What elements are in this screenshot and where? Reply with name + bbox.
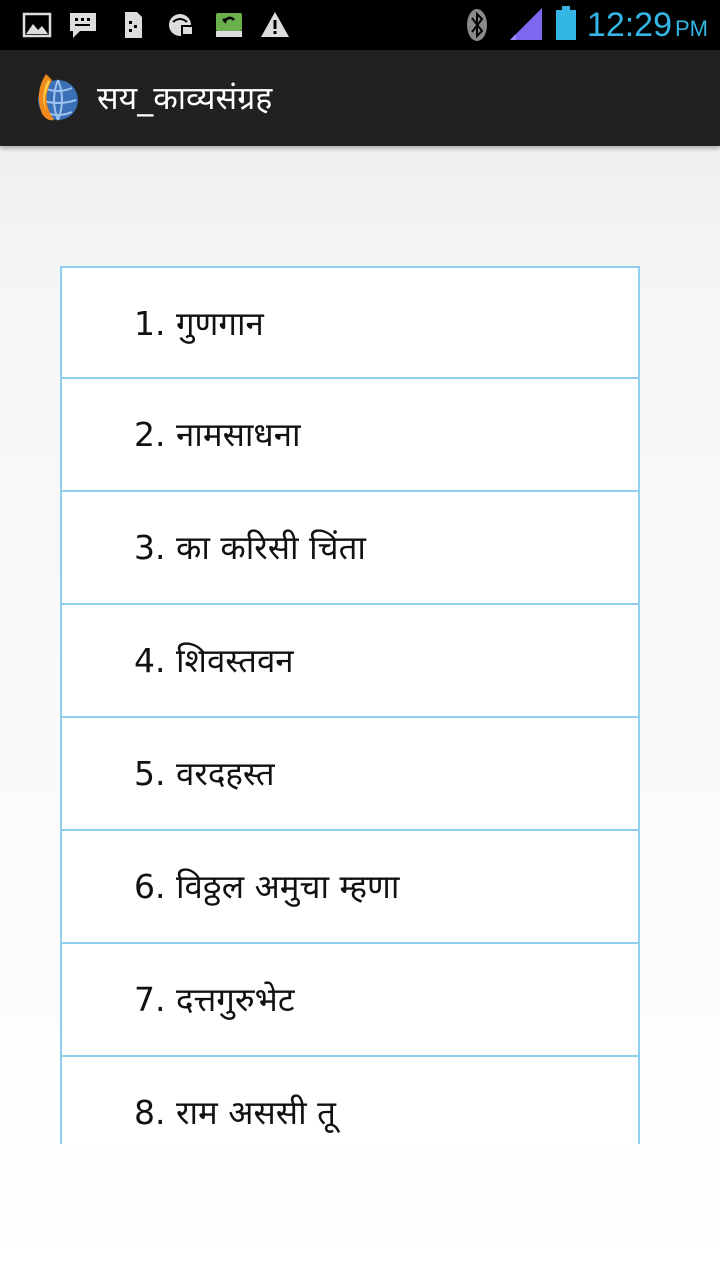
app-logo-icon[interactable]: [30, 70, 80, 126]
list-item[interactable]: 3. का करिसी चिंता: [60, 492, 640, 605]
app-title: सय_काव्यसंग्रह: [97, 79, 273, 117]
list-item[interactable]: 2. नामसाधना: [60, 379, 640, 492]
poem-list: 1. गुणगान 2. नामसाधना 3. का करिसी चिंता …: [60, 266, 640, 1144]
signal-icon: [510, 8, 542, 40]
warning-icon: [261, 12, 289, 37]
list-item[interactable]: 6. विठ्ठल अमुचा म्हणा: [60, 831, 640, 944]
web-sync-icon: [169, 14, 194, 36]
list-item-label: 7. दत्तगुरुभेट: [134, 980, 295, 1019]
list-item[interactable]: 5. वरदहस्त: [60, 718, 640, 831]
list-item-label: 1. गुणगान: [134, 304, 264, 343]
list-item-label: 2. नामसाधना: [134, 415, 301, 454]
bluetooth-icon: [467, 9, 487, 41]
list-item[interactable]: 7. दत्तगुरुभेट: [60, 944, 640, 1057]
list-item[interactable]: 1. गुणगान: [60, 266, 640, 379]
list-item-label: 6. विठ्ठल अमुचा म्हणा: [134, 867, 400, 906]
image-icon: [22, 12, 52, 38]
list-item[interactable]: 8. राम अससी तू: [60, 1057, 640, 1144]
battery-icon: [556, 6, 576, 40]
list-item-label: 3. का करिसी चिंता: [134, 528, 366, 567]
action-bar: सय_काव्यसंग्रह: [0, 50, 720, 146]
sim-card-icon: [125, 12, 142, 38]
status-bar: 12:29 PM: [0, 0, 720, 50]
download-icon: [216, 13, 242, 37]
list-item[interactable]: 4. शिवस्तवन: [60, 605, 640, 718]
status-clock: 12:29 PM: [586, 6, 708, 44]
list-item-label: 4. शिवस्तवन: [134, 641, 294, 680]
list-item-label: 5. वरदहस्त: [134, 754, 275, 793]
list-item-label: 8. राम अससी तू: [134, 1093, 336, 1132]
message-icon: [70, 13, 96, 38]
